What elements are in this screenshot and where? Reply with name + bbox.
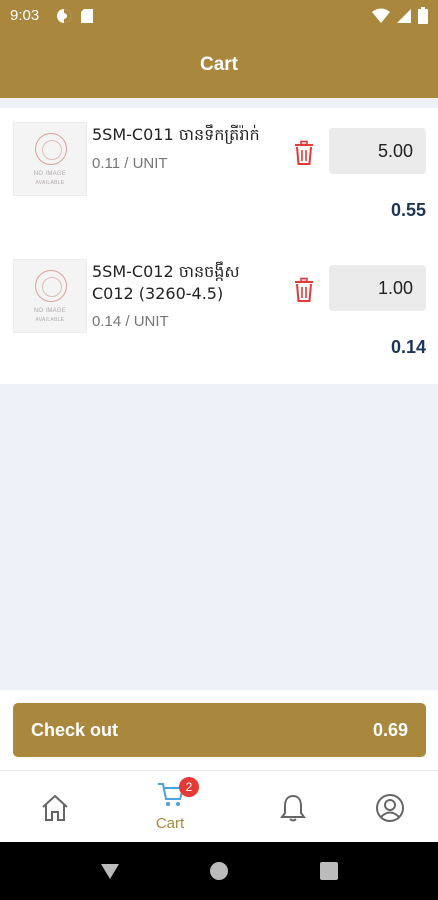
no-image-text: NO IMAGE bbox=[33, 308, 67, 314]
checkout-total: 0.69 bbox=[372, 720, 408, 740]
system-nav-bar bbox=[0, 842, 438, 900]
cell-signal-icon bbox=[397, 8, 411, 23]
quantity-input[interactable]: 1.00 bbox=[329, 265, 426, 311]
app-bar: Cart bbox=[0, 32, 438, 98]
nav-notifications[interactable] bbox=[238, 771, 348, 843]
item-unit-price: 0.14 / UNIT bbox=[92, 313, 169, 330]
item-name: 5SM-C011 ចានទឹកត្រីរ៉ាក់ bbox=[92, 125, 260, 144]
back-triangle-icon[interactable] bbox=[100, 861, 120, 881]
product-image: NO IMAGE AVAILABLE bbox=[13, 259, 87, 333]
user-icon bbox=[376, 794, 404, 822]
trash-icon[interactable] bbox=[291, 277, 317, 303]
item-unit-price: 0.11 / UNIT bbox=[92, 155, 168, 172]
item-name: 5SM-C012 ចានចង្កឹស C012 (3260-4.5) bbox=[92, 262, 240, 303]
placeholder-seal-icon bbox=[35, 270, 67, 302]
status-bar: 9:03 bbox=[0, 0, 438, 32]
wifi-icon bbox=[372, 8, 390, 23]
line-total: 0.14 bbox=[390, 337, 426, 357]
cart-item: NO IMAGE AVAILABLE 5SM-C011 ចានទឹកត្រីរ៉… bbox=[0, 108, 438, 238]
cloud-sync-icon bbox=[57, 9, 71, 23]
no-image-subtext: AVAILABLE bbox=[35, 317, 65, 323]
page-title: Cart bbox=[199, 54, 238, 75]
nav-home[interactable] bbox=[0, 771, 110, 843]
cart-count-badge: 2 bbox=[179, 777, 199, 797]
no-image-text: NO IMAGE bbox=[33, 171, 67, 177]
trash-icon[interactable] bbox=[291, 140, 317, 166]
sd-card-icon bbox=[81, 9, 93, 23]
cart-list: NO IMAGE AVAILABLE 5SM-C011 ចានទឹកត្រីរ៉… bbox=[0, 108, 438, 384]
status-time: 9:03 bbox=[10, 7, 40, 24]
battery-icon bbox=[418, 7, 428, 24]
nav-cart[interactable]: 2 Cart bbox=[115, 771, 225, 843]
nav-profile[interactable] bbox=[335, 771, 438, 843]
checkout-button[interactable]: Check out 0.69 bbox=[13, 703, 426, 757]
placeholder-seal-icon bbox=[35, 133, 67, 165]
recents-square-icon[interactable] bbox=[319, 861, 339, 881]
home-icon bbox=[42, 794, 68, 821]
nav-cart-label: Cart bbox=[155, 815, 185, 832]
checkout-label: Check out bbox=[31, 720, 119, 740]
quantity-input[interactable]: 5.00 bbox=[329, 128, 426, 174]
no-image-subtext: AVAILABLE bbox=[35, 180, 65, 186]
product-image: NO IMAGE AVAILABLE bbox=[13, 122, 87, 196]
bell-icon bbox=[280, 794, 306, 822]
home-circle-icon[interactable] bbox=[209, 861, 229, 881]
bottom-nav: 2 Cart bbox=[0, 770, 438, 842]
checkout-bar: Check out 0.69 bbox=[0, 690, 438, 770]
cart-item: NO IMAGE AVAILABLE 5SM-C012 ចានចង្កឹស C0… bbox=[0, 245, 438, 375]
line-total: 0.55 bbox=[390, 200, 426, 220]
